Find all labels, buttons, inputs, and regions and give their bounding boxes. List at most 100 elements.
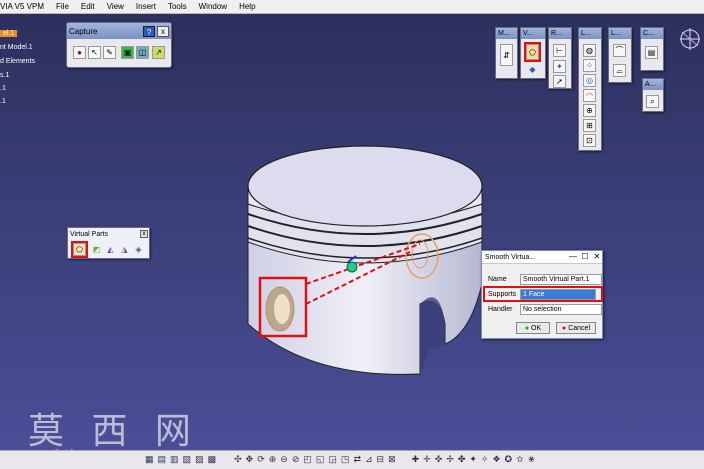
minimize-icon[interactable]: —	[568, 252, 578, 262]
select-arrow-icon[interactable]: ↖	[88, 46, 101, 59]
tool-icon[interactable]: ❖	[492, 454, 500, 465]
view-icon[interactable]: ◫	[136, 46, 149, 59]
camera-icon[interactable]: ▣	[121, 46, 134, 59]
virtual-parts-title: Virtual Parts	[70, 230, 108, 238]
tool-icon[interactable]: ✦	[469, 454, 477, 465]
view-tool-icon[interactable]: ▦	[145, 454, 154, 465]
ok-button[interactable]: ● OK	[516, 322, 550, 334]
capture-edit-icon[interactable]: ✎	[103, 46, 116, 59]
menu-file[interactable]: File	[50, 2, 75, 11]
name-field[interactable]: Smooth Virtual Part.1	[520, 273, 602, 285]
compass-icon[interactable]	[676, 24, 704, 54]
tool-icon[interactable]: ⇵	[500, 44, 513, 66]
ok-label: OK	[531, 324, 542, 332]
view-tool-icon[interactable]: ▥	[170, 454, 179, 465]
close-button[interactable]: x	[157, 25, 169, 37]
rigid-part-icon[interactable]: ◩	[90, 243, 103, 256]
mini-toolbar-l2: L... ⌒ ⌓	[608, 27, 632, 83]
app-title: VIA V5 VPM	[0, 2, 45, 11]
mini-toolbar-r: R... ⊢ ✦ ➚	[548, 27, 572, 89]
plane-icon[interactable]: ⊢	[553, 44, 566, 57]
arrow-icon[interactable]: ➚	[553, 75, 566, 88]
curve-icon[interactable]: ⌒	[613, 44, 626, 57]
ring-icon[interactable]: ◎	[583, 74, 596, 87]
pin-icon[interactable]: ✦	[553, 60, 566, 73]
bottom-toolbar: ▦ ▤ ▥ ▧ ▨ ▩ ✣ ✥ ⟳ ⊕ ⊖ ⊘ ◰ ◱ ◲ ◳ ⇄ ⊿ ⊟ ⊠ …	[0, 450, 704, 469]
spring-part-icon[interactable]: ◭	[104, 243, 117, 256]
view-tool-icon[interactable]: ▧	[183, 454, 192, 465]
fillet-icon[interactable]: ⌓	[613, 64, 626, 77]
handler-label: Handler	[488, 305, 513, 313]
tree-item[interactable]: .1	[0, 85, 6, 92]
rotate-icon[interactable]: ⟳	[257, 454, 265, 465]
analysis-icon[interactable]: ⊠	[388, 454, 396, 465]
tool-icon[interactable]: ✬	[528, 454, 536, 465]
menu-edit[interactable]: Edit	[75, 2, 101, 11]
check-icon[interactable]: ⊡	[583, 134, 596, 147]
tool-icon[interactable]: ✫	[516, 454, 524, 465]
view-tool-icon[interactable]: ▩	[208, 454, 217, 465]
grid-icon[interactable]: ⊞	[583, 119, 596, 132]
iso-view-icon[interactable]: ◰	[303, 454, 312, 465]
mini-toolbar-v: V... ⬠ ◆	[520, 27, 546, 79]
menu-tools[interactable]: Tools	[162, 2, 193, 11]
supports-field[interactable]: 1 Face	[520, 288, 596, 300]
rainbow-icon[interactable]: ◠	[583, 89, 596, 102]
render-icon[interactable]: ◱	[316, 454, 325, 465]
pan-icon[interactable]: ✥	[246, 454, 254, 465]
contact-part-icon[interactable]: ◮	[118, 243, 131, 256]
close-icon[interactable]: ✕	[592, 252, 602, 262]
virtual-part-icon[interactable]: ⬠	[71, 241, 88, 258]
tree-item[interactable]: .1	[0, 98, 6, 105]
mass-part-icon[interactable]: ◈	[132, 243, 145, 256]
measure-icon[interactable]: ⊿	[365, 454, 373, 465]
tool-icon[interactable]: ✛	[423, 454, 431, 465]
menu-help[interactable]: Help	[233, 2, 261, 11]
zoom-out-icon[interactable]: ⊖	[280, 454, 288, 465]
diamond-icon[interactable]: ◆	[526, 63, 539, 76]
normal-view-icon[interactable]: ⊘	[292, 454, 300, 465]
tool-icon[interactable]: ✧	[481, 454, 489, 465]
menu-window[interactable]: Window	[193, 2, 233, 11]
tool-icon[interactable]: ✚	[412, 454, 420, 465]
piston-model[interactable]	[240, 134, 490, 394]
hide-icon[interactable]: ◳	[341, 454, 350, 465]
tool-icon[interactable]: ✢	[446, 454, 454, 465]
swap-icon[interactable]: ⇄	[353, 454, 361, 465]
tree-item-selected[interactable]: el.1	[0, 30, 18, 37]
lock-icon[interactable]: ⊕	[583, 104, 596, 117]
section-icon[interactable]: ⊟	[377, 454, 385, 465]
shade-icon[interactable]: ◲	[328, 454, 337, 465]
zoom-icon[interactable]: ⌕	[646, 95, 659, 108]
menu-view[interactable]: View	[101, 2, 130, 11]
record-icon[interactable]: ●	[73, 46, 86, 59]
view-tool-icon[interactable]: ▤	[158, 454, 167, 465]
supports-label: Supports	[488, 290, 517, 298]
cancel-button[interactable]: ● Cancel	[556, 322, 596, 334]
maximize-icon[interactable]: ☐	[580, 252, 590, 262]
handler-field[interactable]: No selection	[520, 303, 602, 315]
virtual-part-icon[interactable]: ⬠	[524, 42, 541, 62]
view-tool-icon[interactable]: ▨	[195, 454, 204, 465]
menu-bar: VIA V5 VPM File Edit View Insert Tools W…	[0, 0, 704, 14]
zoom-in-icon[interactable]: ⊕	[269, 454, 277, 465]
tool-icon[interactable]: ✜	[435, 454, 443, 465]
dialog-titlebar[interactable]: Smooth Virtua... — ☐ ✕	[482, 251, 602, 264]
tool-icon[interactable]: ✤	[458, 454, 466, 465]
help-button[interactable]: ?	[143, 25, 155, 37]
dots-icon[interactable]: ⁘	[583, 59, 596, 72]
sphere-icon[interactable]: ◍	[583, 44, 596, 57]
tree-item[interactable]: nt Model.1	[0, 44, 33, 51]
menu-insert[interactable]: Insert	[130, 2, 162, 11]
mini-toolbar-title: L...	[611, 30, 621, 37]
close-icon[interactable]: x	[140, 230, 148, 238]
document-icon[interactable]: ▤	[645, 46, 658, 59]
graph-icon[interactable]: ↗	[152, 46, 165, 59]
fit-all-icon[interactable]: ✣	[234, 454, 242, 465]
tree-item[interactable]: s.1	[0, 72, 9, 79]
virtual-parts-toolbar: Virtual Parts x ⬠ ◩ ◭ ◮ ◈	[67, 227, 150, 259]
tool-icon[interactable]: ✪	[505, 454, 513, 465]
tree-item[interactable]: d Elements	[0, 58, 35, 65]
capture-toolbar-titlebar[interactable]: Capture ? x	[67, 23, 171, 39]
dialog-title: Smooth Virtua...	[485, 253, 536, 261]
